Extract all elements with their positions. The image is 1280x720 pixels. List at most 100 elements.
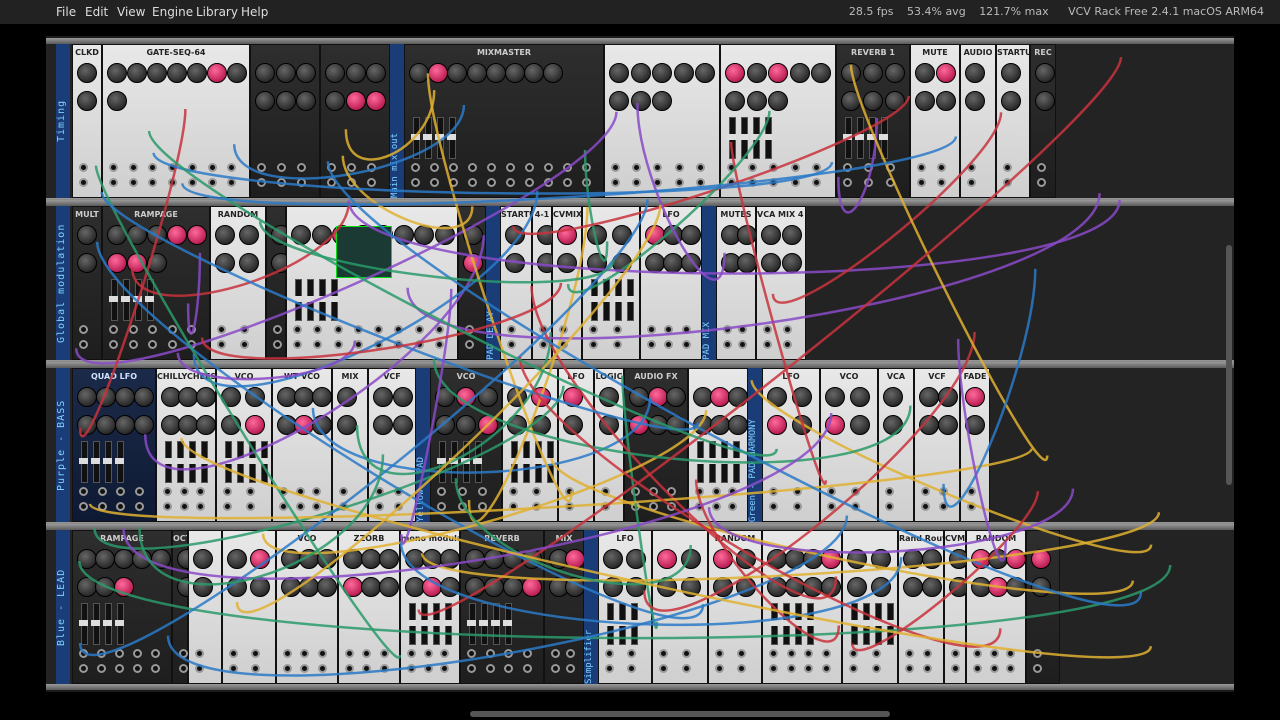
- jack[interactable]: [449, 178, 458, 187]
- module-mute[interactable]: MUTE: [910, 44, 960, 198]
- jack[interactable]: [674, 163, 684, 172]
- jack[interactable]: [627, 664, 636, 673]
- jack[interactable]: [738, 325, 747, 334]
- slider[interactable]: [793, 603, 802, 645]
- jack[interactable]: [939, 502, 948, 511]
- knob[interactable]: [465, 577, 485, 597]
- jack[interactable]: [116, 487, 125, 496]
- jack[interactable]: [167, 325, 177, 334]
- knob[interactable]: [746, 63, 767, 83]
- slider[interactable]: [727, 117, 736, 159]
- module-blank[interactable]: [652, 530, 708, 684]
- slider[interactable]: [235, 441, 244, 483]
- knob[interactable]: [373, 387, 393, 407]
- jack[interactable]: [115, 649, 124, 658]
- knob[interactable]: [543, 63, 564, 83]
- jack[interactable]: [872, 664, 881, 673]
- knob[interactable]: [463, 253, 483, 273]
- jack[interactable]: [790, 178, 800, 187]
- knob[interactable]: [1005, 577, 1026, 597]
- jack[interactable]: [223, 487, 232, 496]
- jack[interactable]: [937, 163, 946, 172]
- knob[interactable]: [965, 63, 985, 83]
- jack[interactable]: [539, 325, 548, 334]
- knob[interactable]: [919, 387, 939, 407]
- knob[interactable]: [626, 549, 646, 569]
- jack[interactable]: [506, 178, 515, 187]
- knob[interactable]: [255, 63, 275, 83]
- slider[interactable]: [849, 603, 858, 645]
- knob[interactable]: [250, 549, 270, 569]
- menu-file[interactable]: File: [56, 5, 76, 19]
- knob[interactable]: [484, 549, 504, 569]
- jack[interactable]: [187, 325, 197, 334]
- jack[interactable]: [769, 178, 779, 187]
- jack[interactable]: [682, 664, 691, 673]
- slider[interactable]: [187, 441, 196, 483]
- jack[interactable]: [229, 649, 238, 658]
- jack[interactable]: [613, 340, 622, 349]
- jack[interactable]: [379, 649, 389, 658]
- knob[interactable]: [147, 225, 167, 245]
- jack[interactable]: [827, 502, 836, 511]
- knob[interactable]: [245, 415, 265, 435]
- jack[interactable]: [353, 340, 363, 349]
- knob[interactable]: [663, 225, 683, 245]
- slider[interactable]: [605, 603, 614, 645]
- jack[interactable]: [134, 502, 144, 511]
- jack[interactable]: [79, 340, 88, 349]
- knob[interactable]: [965, 91, 985, 111]
- knob[interactable]: [193, 549, 213, 569]
- jack[interactable]: [1037, 178, 1046, 187]
- slider[interactable]: [79, 603, 88, 645]
- jack[interactable]: [539, 340, 548, 349]
- jack[interactable]: [885, 163, 895, 172]
- knob[interactable]: [167, 225, 187, 245]
- knob[interactable]: [915, 91, 935, 111]
- knob[interactable]: [393, 225, 414, 245]
- jack[interactable]: [544, 178, 553, 187]
- knob[interactable]: [531, 415, 551, 435]
- knob[interactable]: [785, 577, 805, 597]
- jack[interactable]: [611, 163, 620, 172]
- jack[interactable]: [989, 664, 999, 673]
- knob[interactable]: [115, 387, 135, 407]
- jack[interactable]: [1003, 163, 1012, 172]
- knob[interactable]: [456, 415, 477, 435]
- knob[interactable]: [587, 253, 607, 273]
- jack[interactable]: [151, 649, 160, 658]
- knob[interactable]: [915, 63, 935, 83]
- slider[interactable]: [133, 279, 142, 321]
- jack[interactable]: [411, 178, 420, 187]
- jack[interactable]: [647, 340, 656, 349]
- knob[interactable]: [1031, 549, 1051, 569]
- knob[interactable]: [652, 63, 673, 83]
- knob[interactable]: [885, 91, 905, 111]
- jack[interactable]: [277, 178, 286, 187]
- jack[interactable]: [605, 649, 614, 658]
- knob[interactable]: [325, 91, 345, 111]
- jack[interactable]: [727, 163, 736, 172]
- jack[interactable]: [649, 487, 658, 496]
- knob[interactable]: [599, 387, 619, 407]
- knob[interactable]: [725, 91, 745, 111]
- knob[interactable]: [883, 415, 903, 435]
- module-blank[interactable]: [250, 44, 320, 198]
- knob[interactable]: [522, 549, 542, 569]
- knob[interactable]: [147, 253, 167, 273]
- module-lfo[interactable]: LFO: [762, 368, 820, 522]
- jack[interactable]: [196, 502, 206, 511]
- jack[interactable]: [133, 649, 142, 658]
- knob[interactable]: [792, 415, 812, 435]
- slider[interactable]: [617, 603, 626, 645]
- slider[interactable]: [423, 117, 432, 159]
- knob[interactable]: [439, 577, 460, 597]
- jack[interactable]: [989, 649, 999, 658]
- slider[interactable]: [329, 279, 338, 321]
- jack[interactable]: [179, 487, 189, 496]
- knob[interactable]: [456, 387, 477, 407]
- slider[interactable]: [731, 441, 740, 483]
- slider[interactable]: [503, 603, 512, 645]
- knob[interactable]: [77, 387, 97, 407]
- jack[interactable]: [923, 664, 932, 673]
